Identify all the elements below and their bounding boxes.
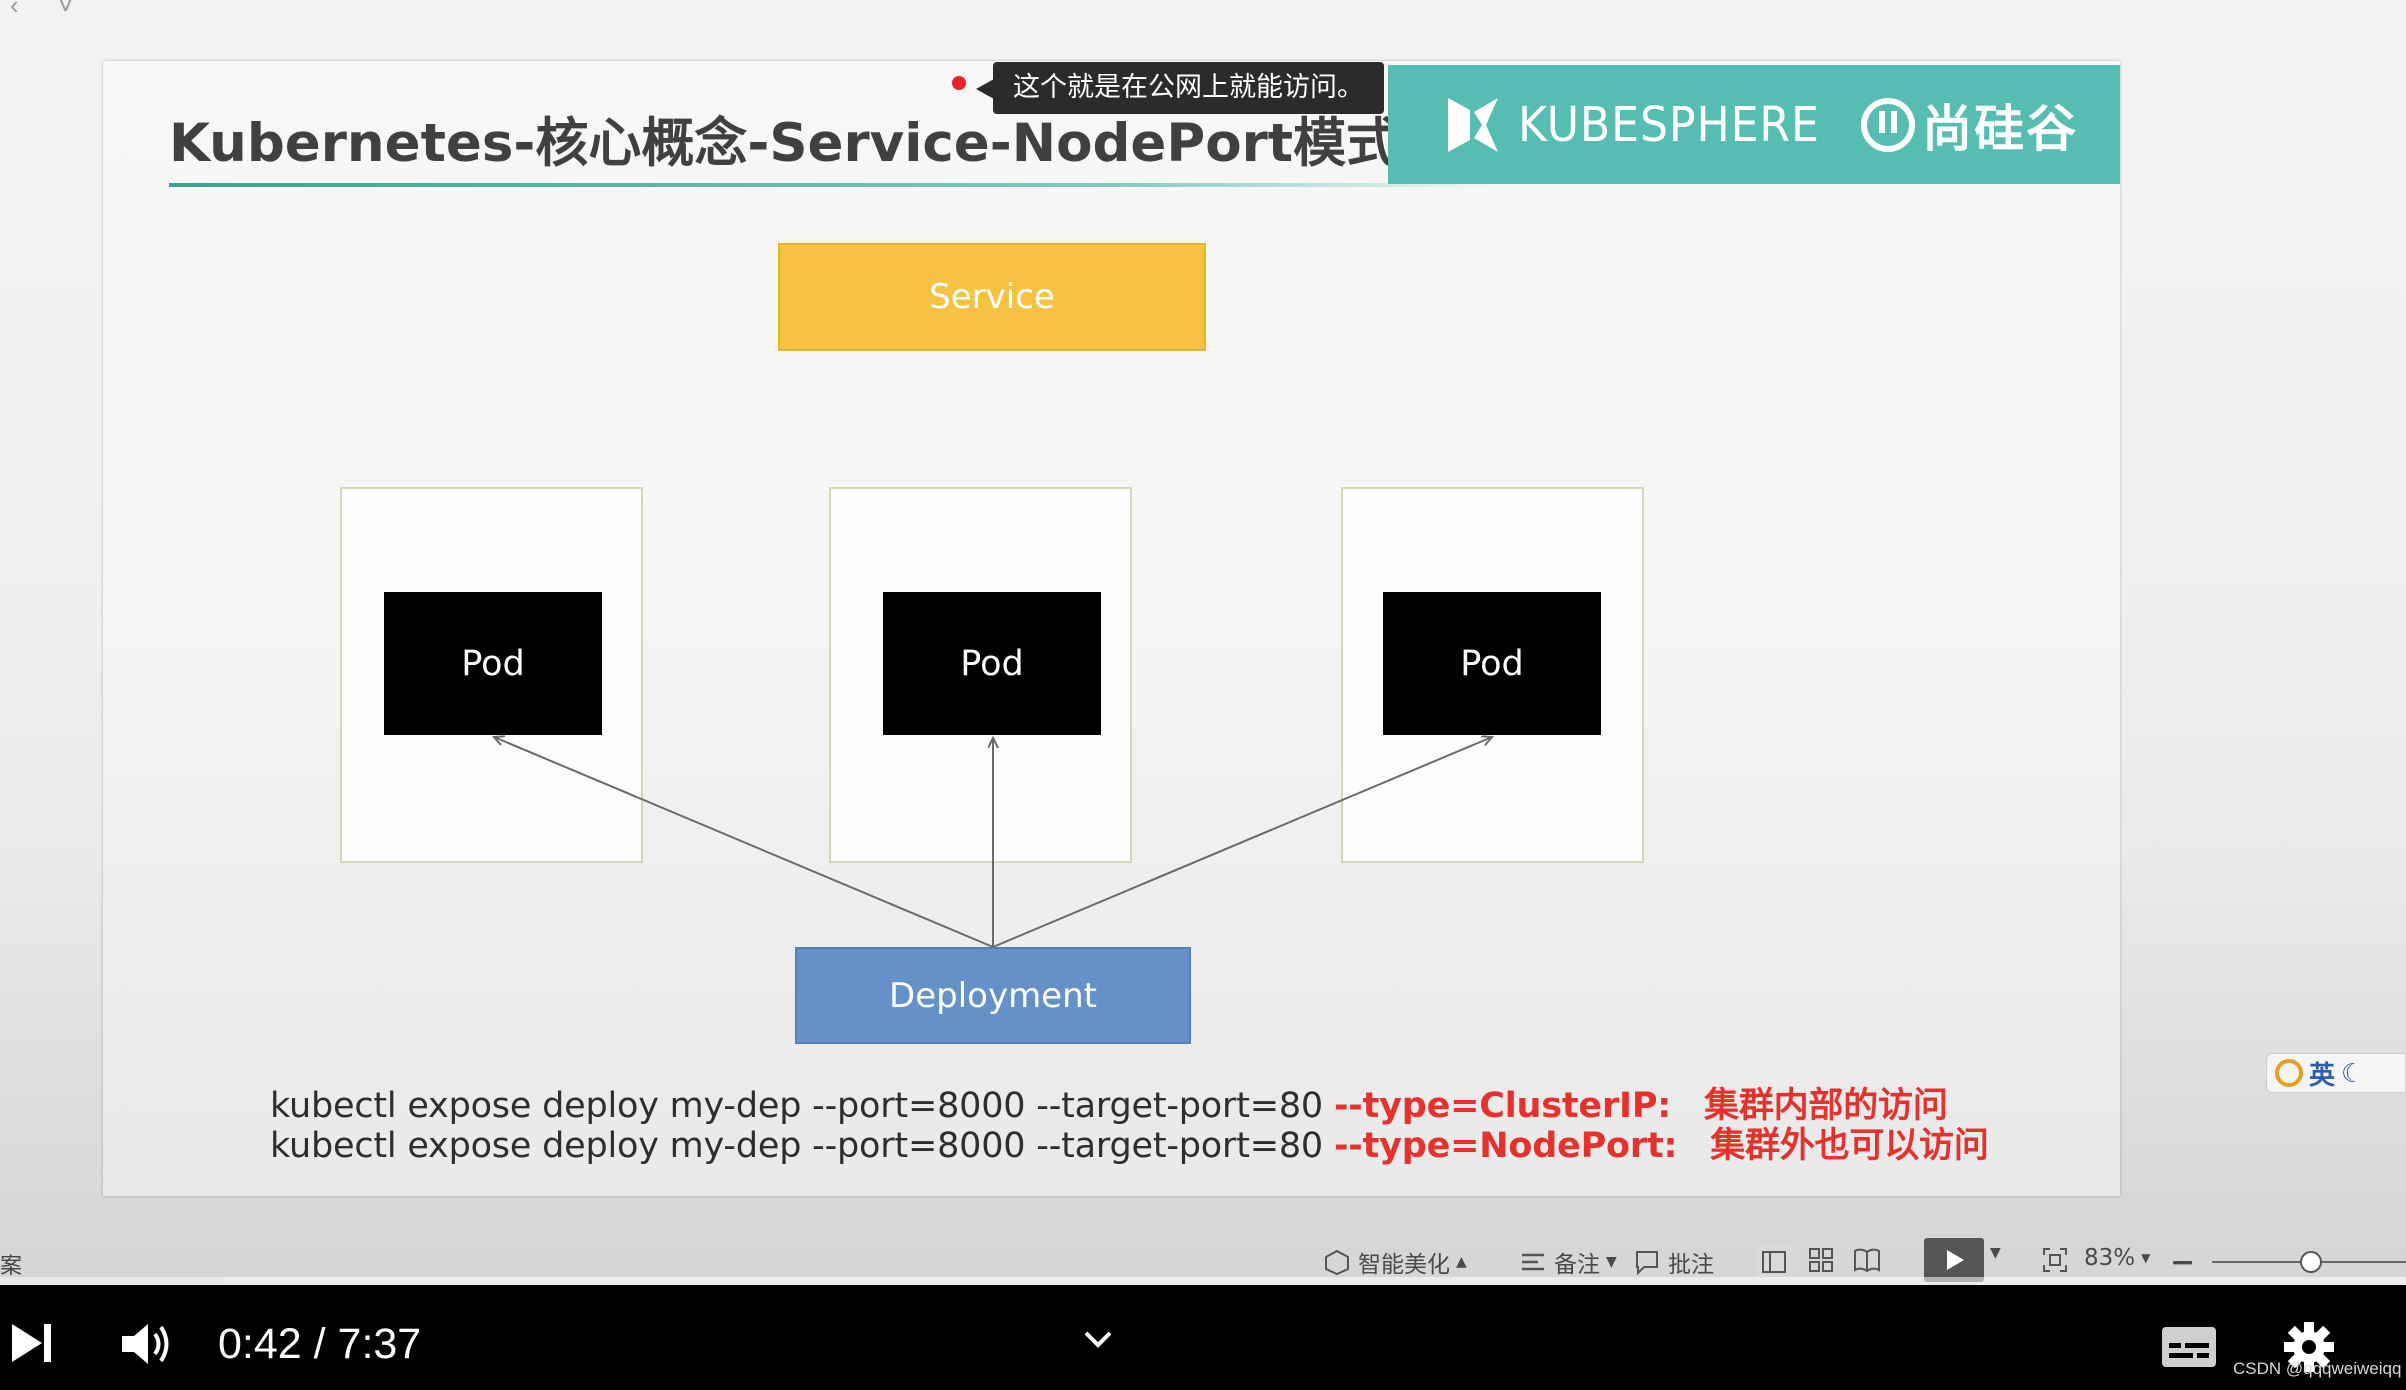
beautify-label: 智能美化 [1358,1252,1450,1278]
comment-icon [1636,1251,1658,1276]
video-progress-fill [0,1277,224,1285]
chevron-down-icon: ▼ [1606,1254,1617,1270]
chevron-up-icon: ▲ [1456,1254,1467,1270]
deployment-box: Deployment [795,947,1191,1044]
atguigu-logo-icon [1861,97,1916,152]
pod-box-2: Pod [883,592,1101,735]
play-icon [1947,1250,1964,1270]
command-line-2: kubectl expose deploy my-dep --port=8000… [270,1117,1989,1168]
notes-button[interactable]: 备注 ▼ [1518,1245,1617,1279]
ime-indicator[interactable]: 英 ☾ [2266,1053,2406,1093]
video-progress-track[interactable] [0,1277,2406,1285]
status-left-text: 案 [0,1253,23,1278]
moon-icon: ☾ [2341,1057,2365,1088]
kubesphere-logo-icon [1448,97,1498,152]
pod-box-3: Pod [1383,592,1601,735]
ime-language-label: 英 [2309,1059,2336,1090]
slideshow-play-button[interactable] [1924,1238,1984,1282]
comment-label: 批注 [1668,1252,1714,1278]
brand-atguigu-text: 尚硅谷 [1922,99,2079,158]
fit-window-icon [2043,1248,2067,1272]
slideshow-dropdown-icon[interactable]: ▼ [1990,1245,2001,1261]
comment-button[interactable]: 批注 [1632,1245,1714,1279]
notes-label: 备注 [1554,1252,1600,1278]
volume-icon[interactable] [118,1318,176,1370]
playback-time: 0:42 / 7:37 [218,1320,422,1368]
subtitles-icon[interactable] [2160,1325,2218,1369]
reading-view-button[interactable] [1852,1245,1882,1275]
zoom-out-button[interactable]: − [2170,1245,2195,1280]
zoom-slider-handle[interactable] [2300,1251,2322,1273]
pod-box-1: Pod [384,592,602,735]
chevron-down-icon: ▼ [2141,1251,2151,1265]
csdn-watermark: CSDN @qqqweiweiqq [2233,1359,2402,1378]
ime-logo-icon [2275,1059,2303,1087]
title-underline [169,183,1499,187]
normal-view-icon [1762,1251,1786,1273]
brand-banner: KUBESPHERE 尚硅谷 [1388,65,2120,184]
normal-view-button[interactable] [1755,1245,1793,1279]
subtitle-tooltip: 这个就是在公网上就能访问。 [993,62,1384,114]
service-box: Service [778,243,1206,351]
brand-kubesphere-text: KUBESPHERE [1518,96,1820,153]
zoom-value: 83% [2084,1245,2136,1271]
dropdown-arrow-icon[interactable]: ˅ [58,0,73,21]
grid-view-button[interactable] [1806,1245,1836,1275]
tooltip-tail [976,79,994,99]
command-text: kubectl expose deploy my-dep --port=8000… [270,1126,1323,1166]
fit-window-button[interactable] [2040,1245,2070,1275]
chevron-down-icon[interactable] [1083,1330,1113,1350]
notes-icon [1522,1253,1544,1271]
grid-view-icon [1809,1248,1833,1272]
next-video-icon[interactable] [8,1320,54,1366]
zoom-level[interactable]: 83% ▼ [2084,1245,2150,1271]
recording-dot-icon [952,76,966,90]
beautify-icon [1325,1249,1349,1276]
beautify-button[interactable]: 智能美化 ▲ [1322,1245,1467,1279]
command-description: 集群外也可以访问 [1710,1126,1989,1166]
book-icon [1854,1248,1880,1273]
command-type: --type=NodePort: [1333,1126,1678,1166]
back-arrow-icon[interactable]: ‹ [10,0,19,21]
